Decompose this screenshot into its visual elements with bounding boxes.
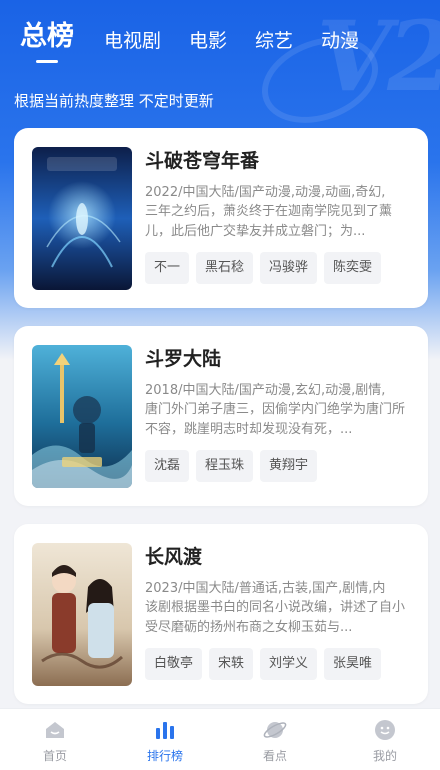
actor-tag[interactable]: 冯骏骅 bbox=[260, 252, 318, 284]
nav-home[interactable]: 首页 bbox=[0, 709, 110, 770]
tab-tv-series[interactable]: 电视剧 bbox=[104, 26, 161, 63]
show-description: 该剧根据墨书白的同名小说改编，讲述了自小受尽磨砺的扬州布商之女柳玉茹与... bbox=[145, 600, 406, 635]
ranking-list: 斗破苍穹年番 2022/中国大陆/国产动漫,动漫,动画,奇幻, 三年之约后，萧炎… bbox=[14, 128, 428, 722]
show-title[interactable]: 长风渡 bbox=[145, 544, 407, 570]
tab-anime[interactable]: 动漫 bbox=[321, 26, 359, 63]
poster-art bbox=[32, 543, 132, 686]
actor-tag[interactable]: 白敬亭 bbox=[145, 648, 203, 680]
poster-art bbox=[32, 345, 132, 488]
show-meta: 2018/中国大陆/国产动漫,玄幻,动漫,剧情, bbox=[145, 383, 386, 398]
bottom-navigation: 首页 排行榜 看点 我的 bbox=[0, 708, 440, 770]
actor-tag[interactable]: 刘学义 bbox=[260, 648, 318, 680]
actor-tag[interactable]: 黑石稔 bbox=[196, 252, 254, 284]
poster-art bbox=[32, 147, 132, 290]
ranking-subtitle: 根据当前热度整理 不定时更新 bbox=[14, 92, 214, 110]
bar-chart-icon bbox=[156, 722, 174, 739]
tab-overall[interactable]: 总榜 bbox=[20, 14, 74, 63]
actor-tag[interactable]: 张昊唯 bbox=[324, 648, 382, 680]
nav-label: 首页 bbox=[42, 749, 67, 763]
show-description: 唐门外门弟子唐三，因偷学内门绝学为唐门所不容，跳崖明志时却发现没有死，... bbox=[145, 402, 406, 437]
ranking-card[interactable]: 斗罗大陆 2018/中国大陆/国产动漫,玄幻,动漫,剧情, 唐门外门弟子唐三，因… bbox=[14, 326, 428, 506]
poster-image[interactable] bbox=[32, 543, 132, 686]
actor-tags: 白敬亭 宋轶 刘学义 张昊唯 bbox=[145, 648, 407, 680]
nav-highlights[interactable]: 看点 bbox=[220, 709, 330, 770]
actor-tag[interactable]: 不一 bbox=[145, 252, 190, 284]
planet-icon bbox=[263, 722, 287, 738]
actor-tags: 沈磊 程玉珠 黄翔宇 bbox=[145, 450, 407, 482]
category-tabs: 总榜 电视剧 电影 综艺 动漫 bbox=[20, 14, 387, 63]
actor-tags: 不一 黑石稔 冯骏骅 陈奕雯 bbox=[145, 252, 407, 284]
actor-tag[interactable]: 程玉珠 bbox=[196, 450, 254, 482]
nav-label: 我的 bbox=[372, 749, 397, 763]
smiley-profile-icon bbox=[375, 720, 395, 740]
poster-image[interactable] bbox=[32, 345, 132, 488]
tab-variety[interactable]: 综艺 bbox=[255, 26, 293, 63]
show-title[interactable]: 斗破苍穹年番 bbox=[145, 148, 407, 174]
home-icon bbox=[46, 722, 64, 738]
actor-tag[interactable]: 宋轶 bbox=[209, 648, 254, 680]
show-title[interactable]: 斗罗大陆 bbox=[145, 346, 407, 372]
poster-image[interactable] bbox=[32, 147, 132, 290]
ranking-card[interactable]: 长风渡 2023/中国大陆/普通话,古装,国产,剧情,内 该剧根据墨书白的同名小… bbox=[14, 524, 428, 704]
ranking-card[interactable]: 斗破苍穹年番 2022/中国大陆/国产动漫,动漫,动画,奇幻, 三年之约后，萧炎… bbox=[14, 128, 428, 308]
actor-tag[interactable]: 黄翔宇 bbox=[260, 450, 318, 482]
show-description: 三年之约后，萧炎终于在迦南学院见到了薰儿，此后他广交挚友并成立磐门；为... bbox=[145, 204, 393, 239]
actor-tag[interactable]: 陈奕雯 bbox=[324, 252, 382, 284]
show-meta: 2023/中国大陆/普通话,古装,国产,剧情,内 bbox=[145, 581, 386, 596]
nav-profile[interactable]: 我的 bbox=[330, 709, 440, 770]
show-meta: 2022/中国大陆/国产动漫,动漫,动画,奇幻, bbox=[145, 185, 386, 200]
nav-label: 排行榜 bbox=[146, 749, 183, 763]
tab-movies[interactable]: 电影 bbox=[189, 26, 227, 63]
actor-tag[interactable]: 沈磊 bbox=[145, 450, 190, 482]
nav-label: 看点 bbox=[262, 749, 287, 763]
nav-ranking[interactable]: 排行榜 bbox=[110, 709, 220, 770]
